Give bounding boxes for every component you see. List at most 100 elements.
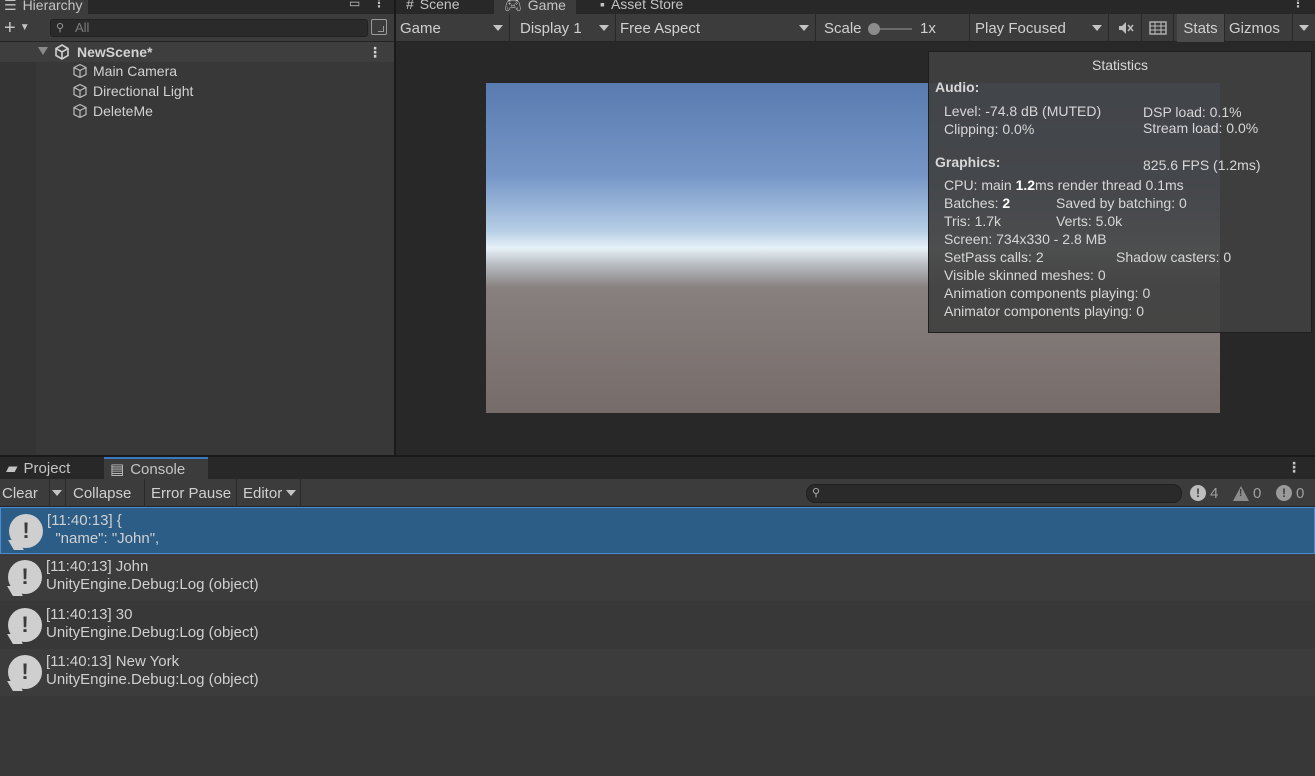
error-count-toggle[interactable]: ! 0 [1276,483,1304,503]
editor-dropdown[interactable]: Editor [241,479,301,507]
tree-gutter [0,42,36,455]
scale-value: 1x [920,20,936,37]
hierarchy-item-label: Main Camera [93,63,178,79]
gizmos-button[interactable]: Gizmos [1226,14,1315,42]
hierarchy-search-input[interactable]: ⚲ All [50,19,368,37]
verts-stat: Verts: 5.0k [1056,213,1123,229]
tab-menu-icon[interactable]: ⋮ [373,0,385,10]
tab-scene[interactable]: # Scene [396,0,470,14]
error-count: 0 [1296,484,1305,502]
batches-stat: Batches: 2 [944,195,1010,211]
cpu-suffix: ms render thread 0.1ms [1035,177,1184,193]
play-mode-value: Play Focused [975,19,1066,37]
info-count-toggle[interactable]: ! 4 [1190,483,1218,503]
animation-components-stat: Animation components playing: 0 [944,285,1151,301]
cpu-main-value: 1.2 [1015,177,1036,193]
chevron-down-icon[interactable] [1299,25,1309,31]
console-log-list: ! [11:40:13] { "name": "John", ! [11:40:… [0,507,1315,776]
graphics-header: Graphics: [935,154,1001,170]
view-mode-value: Game [400,19,441,37]
collapse-toggle[interactable]: Collapse [71,479,145,507]
log-entry[interactable]: ! [11:40:13] { "name": "John", [0,507,1315,554]
log-detail: UnityEngine.Debug:Log (object) [46,576,259,593]
console-toolbar: Clear Collapse Error Pause Editor ⚲ ! 4 … [0,479,1315,507]
grid-hash-icon: # [406,0,414,12]
mute-audio-button[interactable] [1110,14,1142,42]
maximize-icon[interactable]: ▭ [349,0,360,10]
scale-slider-handle[interactable] [868,23,880,35]
shortcuts-button[interactable] [1142,14,1174,42]
clear-divider [49,479,50,507]
gameobject-cube-icon [73,63,87,79]
tab-project-label: Project [23,459,71,477]
keyboard-icon [1148,21,1167,35]
tris-stat: Tris: 1.7k [944,213,1002,229]
unity-scene-icon [55,44,69,60]
gamepad-icon: 🎮︎ [504,0,522,13]
fold-arrow-icon[interactable] [38,47,48,55]
folder-icon: ▰ [6,460,18,477]
play-mode-dropdown[interactable]: Play Focused [971,14,1109,42]
tab-asset-store[interactable]: ▪ Asset Store [590,0,693,14]
error-pause-toggle[interactable]: Error Pause [149,479,237,507]
tab-console-label: Console [130,460,186,478]
collapse-label: Collapse [73,484,132,502]
aspect-value: Free Aspect [620,19,701,37]
info-log-icon: ! [8,560,42,594]
mute-icon [1118,22,1134,34]
warning-count: 0 [1253,484,1262,502]
info-log-icon: ! [8,608,42,642]
gameobject-cube-icon [73,103,87,119]
tab-hierarchy[interactable]: ☰ Hierarchy [0,0,89,14]
chevron-down-icon [1092,25,1102,31]
tab-project[interactable]: ▰ Project [0,457,100,479]
tab-hierarchy-label: Hierarchy [22,0,83,13]
view-mode-dropdown[interactable]: Game [396,14,510,42]
add-object-button[interactable]: + ▼ [4,18,38,38]
setpass-stat: SetPass calls: 2 [944,249,1044,265]
log-detail: UnityEngine.Debug:Log (object) [46,671,259,688]
display-dropdown[interactable]: Display 1 [516,14,616,42]
stats-toggle-button[interactable]: Stats [1177,14,1225,42]
stream-load: Stream load: 0.0% [1143,120,1259,136]
info-count: 4 [1210,484,1219,502]
shadow-casters-stat: Shadow casters: 0 [1116,249,1232,265]
log-entry[interactable]: ! [11:40:13] John UnityEngine.Debug:Log … [0,554,1315,601]
tab-scene-label: Scene [419,0,460,12]
batches-prefix: Batches: [944,195,1003,211]
tab-menu-icon[interactable]: ⋮ [1292,0,1304,10]
scene-row[interactable]: NewScene* ⋮ [0,42,394,62]
cpu-stats: CPU: main 1.2ms render thread 0.1ms [944,177,1184,193]
tab-console[interactable]: ▤ Console [104,457,208,479]
audio-clipping: Clipping: 0.0% [944,121,1035,137]
search-icon: ⚲ [56,22,65,34]
info-icon: ! [1190,485,1206,501]
hierarchy-item-main-camera[interactable]: Main Camera [72,61,177,81]
audio-header: Audio: [935,79,980,95]
console-icon: ▤ [110,461,125,478]
log-message: [11:40:13] { [47,512,122,529]
clear-button[interactable]: Clear [0,479,66,507]
game-panel: # Scene 🎮︎ Game ▪ Asset Store ⋮ Game Dis… [396,0,1315,455]
info-log-icon: ! [8,655,42,689]
warning-count-toggle[interactable]: 0 [1233,483,1261,503]
batches-value: 2 [1002,195,1011,211]
log-entry[interactable]: ! [11:40:13] 30 UnityEngine.Debug:Log (o… [0,602,1315,649]
chevron-down-icon [799,25,809,31]
clear-label: Clear [2,484,38,502]
tab-menu-icon[interactable]: ⋮ [1287,459,1301,476]
hierarchy-item-directional-light[interactable]: Directional Light [72,81,193,101]
chevron-down-icon: ▼ [19,22,30,33]
chevron-down-icon[interactable] [52,490,62,496]
aspect-dropdown[interactable]: Free Aspect [616,14,816,42]
scene-menu-icon[interactable]: ⋮ [368,44,382,61]
statistics-overlay: Statistics Audio: Level: -74.8 dB (MUTED… [928,51,1312,333]
stats-label: Stats [1183,19,1218,37]
log-entry[interactable]: ! [11:40:13] New York UnityEngine.Debug:… [0,649,1315,696]
tab-game[interactable]: 🎮︎ Game [494,0,576,14]
hierarchy-item-deleteme[interactable]: DeleteMe [72,101,153,121]
search-by-type-icon[interactable] [371,19,387,35]
console-search-input[interactable]: ⚲ [806,484,1182,503]
saved-by-batching: Saved by batching: 0 [1056,195,1187,211]
log-message: [11:40:13] 30 [46,606,133,623]
